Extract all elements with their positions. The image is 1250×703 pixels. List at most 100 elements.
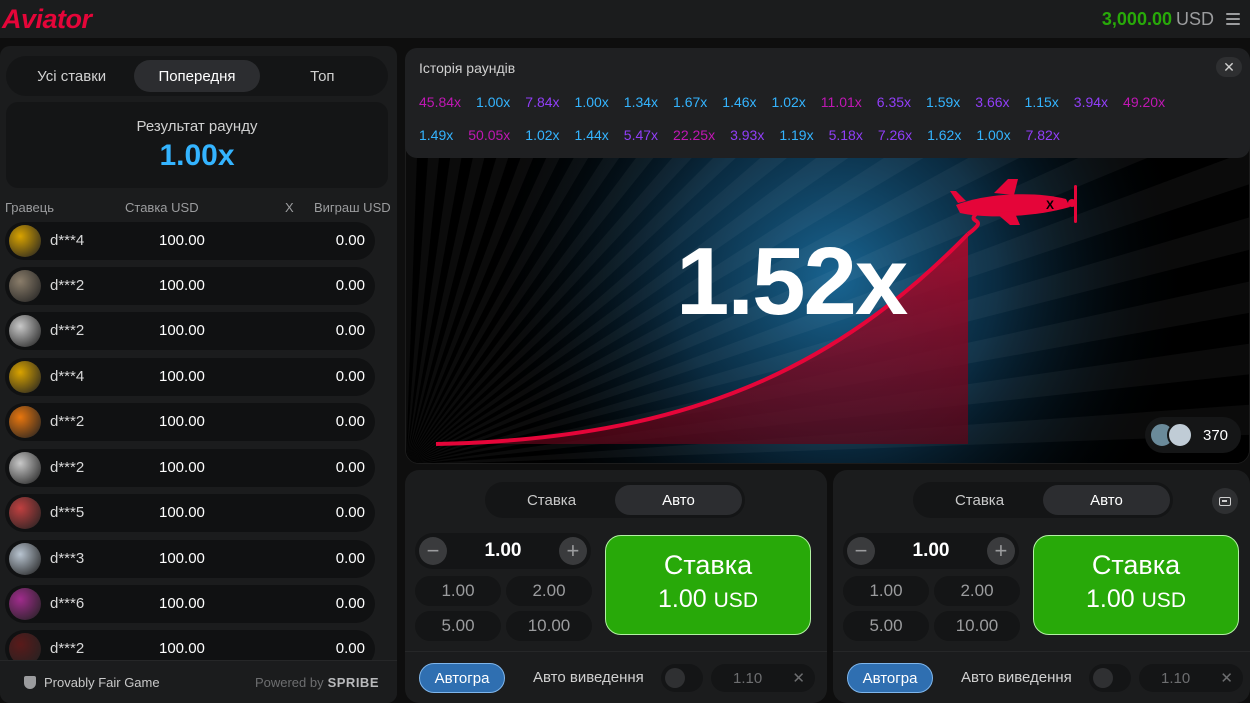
col-bet: Ставка USD (125, 200, 199, 215)
history-multiplier[interactable]: 1.49x (419, 127, 453, 143)
history-multiplier[interactable]: 6.35x (877, 94, 911, 110)
history-multiplier[interactable]: 5.47x (624, 127, 658, 143)
history-row-1: 45.84x 1.00x 7.84x 1.00x 1.34x 1.67x 1.46x 1.02… (419, 94, 1180, 110)
history-multiplier[interactable]: 11.01x (821, 94, 862, 110)
col-player: Гравець (5, 200, 54, 215)
bet-button-amount: 1.00 (658, 585, 707, 613)
history-multiplier[interactable]: 7.84x (525, 94, 559, 110)
avatar (9, 406, 41, 438)
tab-bet[interactable]: Ставка (916, 485, 1043, 515)
tab-bet[interactable]: Ставка (488, 485, 615, 515)
bet-amount-stepper: − 1.00 + (843, 533, 1019, 569)
history-multiplier[interactable]: 22.25x (673, 127, 715, 143)
minus-icon[interactable]: − (847, 537, 875, 565)
powered-by-label: Powered by (254, 674, 324, 690)
quick-amount-button[interactable]: 5.00 (843, 611, 929, 641)
bet-amount: 100.00 (159, 640, 205, 657)
bet-mode-tabs: Ставка Авто (485, 482, 745, 518)
online-players[interactable]: 370 (1145, 417, 1241, 453)
tab-auto[interactable]: Авто (615, 485, 742, 515)
table-row: d***2 100.00 0.00 (5, 312, 375, 350)
table-row: d***6 100.00 0.00 (5, 585, 375, 623)
tab-top[interactable]: Топ (260, 60, 385, 92)
history-multiplier[interactable]: 7.26x (878, 127, 912, 143)
plane-mark: X (1046, 198, 1054, 212)
close-icon[interactable]: ✕ (1216, 57, 1242, 77)
quick-amount-button[interactable]: 2.00 (934, 576, 1020, 606)
history-multiplier[interactable]: 1.02x (772, 94, 806, 110)
round-history-title: Історія раундів (419, 60, 516, 76)
history-multiplier[interactable]: 49.20x (1123, 94, 1165, 110)
history-multiplier[interactable]: 1.02x (525, 127, 559, 143)
history-multiplier[interactable]: 45.84x (419, 94, 461, 110)
bet-amount-value[interactable]: 1.00 (485, 540, 522, 562)
avatar (9, 588, 41, 620)
shield-icon (24, 675, 36, 689)
player-name: d***2 (50, 413, 85, 430)
auto-cashout-toggle[interactable] (1089, 664, 1131, 692)
tab-auto[interactable]: Авто (1043, 485, 1170, 515)
history-multiplier[interactable]: 5.18x (829, 127, 863, 143)
tab-all-bets[interactable]: Усі ставки (9, 60, 134, 92)
history-multiplier[interactable]: 1.59x (926, 94, 960, 110)
player-name: d***2 (50, 277, 85, 294)
history-multiplier[interactable]: 1.15x (1025, 94, 1059, 110)
quick-amount-button[interactable]: 1.00 (843, 576, 929, 606)
clear-icon[interactable]: ✕ (792, 669, 805, 687)
player-name: d***2 (50, 322, 85, 339)
avatar (9, 361, 41, 393)
minus-icon[interactable]: − (419, 537, 447, 565)
history-multiplier[interactable]: 1.67x (673, 94, 707, 110)
round-history: Історія раундів ✕ 45.84x 1.00x 7.84x 1.00x 1… (405, 48, 1250, 158)
cashout-input[interactable]: 1.10 ✕ (1139, 664, 1243, 692)
aviator-app: Aviator 3,000.00 USD Усі ставки Попередня… (0, 0, 1250, 703)
player-name: d***5 (50, 504, 85, 521)
bet-amount: 100.00 (159, 459, 205, 476)
round-result-label: Результат раунду (136, 118, 258, 135)
quick-amount-button[interactable]: 2.00 (506, 576, 592, 606)
current-multiplier: 1.52x (676, 228, 908, 335)
cashout-value: 1.10 (1161, 670, 1191, 687)
history-multiplier[interactable]: 1.46x (722, 94, 756, 110)
history-multiplier[interactable]: 3.94x (1074, 94, 1108, 110)
balance-currency: USD (1175, 8, 1214, 29)
history-multiplier[interactable]: 7.82x (1026, 127, 1060, 143)
remove-panel-icon[interactable] (1212, 488, 1238, 514)
auto-cashout-toggle[interactable] (661, 664, 703, 692)
plus-icon[interactable]: + (986, 537, 1015, 565)
place-bet-button[interactable]: Ставка 1.00 USD (1033, 535, 1239, 635)
bet-amount-value[interactable]: 1.00 (913, 540, 950, 562)
tab-previous[interactable]: Попередня (134, 60, 260, 92)
plus-icon[interactable]: + (558, 537, 587, 565)
history-multiplier[interactable]: 1.34x (624, 94, 658, 110)
aviator-logo[interactable]: Aviator (2, 4, 92, 35)
hamburger-menu-icon[interactable] (1226, 13, 1240, 25)
cashout-input[interactable]: 1.10 ✕ (711, 664, 815, 692)
table-row: d***2 100.00 0.00 (5, 267, 375, 305)
auto-play-button[interactable]: Автогра (847, 663, 933, 693)
history-multiplier[interactable]: 3.66x (975, 94, 1009, 110)
round-result-value: 1.00x (159, 139, 235, 172)
history-multiplier[interactable]: 1.44x (575, 127, 609, 143)
clear-icon[interactable]: ✕ (1220, 669, 1233, 687)
auto-controls: Автогра Авто виведення 1.10 ✕ (405, 651, 827, 703)
history-multiplier[interactable]: 1.19x (779, 127, 813, 143)
quick-amount-button[interactable]: 5.00 (415, 611, 501, 641)
player-name: d***3 (50, 550, 85, 567)
bet-amount: 100.00 (159, 504, 205, 521)
quick-amount-button[interactable]: 10.00 (506, 611, 592, 641)
spribe-logo: SPRIBE (327, 674, 379, 690)
bet-button-label: Ставка (1091, 550, 1181, 580)
history-multiplier[interactable]: 1.00x (476, 94, 510, 110)
history-multiplier[interactable]: 3.93x (730, 127, 764, 143)
provably-fair-link[interactable]: Provably Fair Game (24, 675, 160, 690)
auto-play-button[interactable]: Автогра (419, 663, 505, 693)
quick-amount-button[interactable]: 10.00 (934, 611, 1020, 641)
history-multiplier[interactable]: 1.00x (575, 94, 609, 110)
top-bar: Aviator 3,000.00 USD (0, 0, 1250, 38)
place-bet-button[interactable]: Ставка 1.00 USD (605, 535, 811, 635)
history-multiplier[interactable]: 1.62x (927, 127, 961, 143)
quick-amount-button[interactable]: 1.00 (415, 576, 501, 606)
history-multiplier[interactable]: 1.00x (976, 127, 1010, 143)
history-multiplier[interactable]: 50.05x (468, 127, 510, 143)
